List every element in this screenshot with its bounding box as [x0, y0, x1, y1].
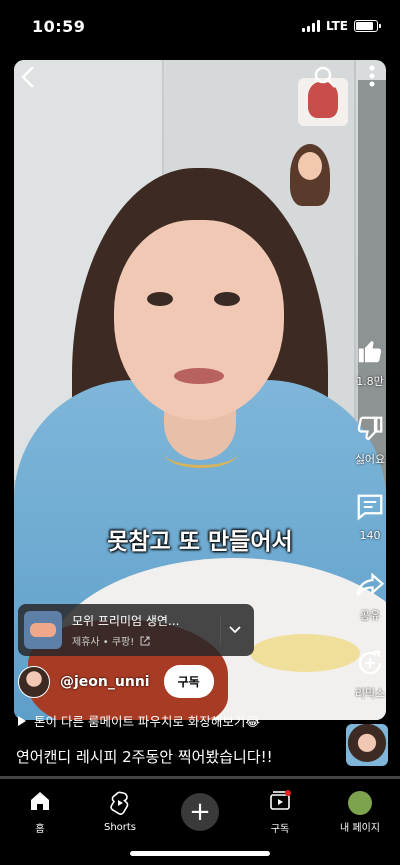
- subscriptions-icon: [270, 790, 291, 810]
- external-link-icon: [140, 636, 150, 646]
- nav-shorts-label: Shorts: [103, 822, 137, 833]
- search-icon[interactable]: [310, 62, 340, 92]
- status-bar: 10:59 LTE: [0, 0, 400, 52]
- nav-home-label: 홈: [35, 824, 45, 835]
- chevron-down-icon[interactable]: [220, 616, 248, 644]
- share-button[interactable]: 공유: [348, 570, 392, 623]
- comment-icon: [357, 494, 383, 521]
- nav-my-page-label: 내 페이지: [340, 822, 380, 834]
- more-options-icon[interactable]: [362, 64, 382, 88]
- share-icon: [356, 572, 385, 596]
- remix-label: 리믹스: [354, 687, 386, 700]
- nav-subscriptions[interactable]: 구독: [248, 789, 312, 835]
- product-card[interactable]: 모위 프리미엄 생연... 제휴사 • 쿠팡!: [18, 604, 254, 656]
- linked-video-title: 톤이 다른 룸메이트 파우치로 화장해보기😂: [34, 714, 261, 729]
- create-plus-icon: +: [181, 793, 219, 831]
- share-label: 공유: [359, 609, 381, 622]
- product-subtitle: 제휴사 • 쿠팡!: [72, 633, 220, 648]
- status-indicators: LTE: [301, 19, 381, 33]
- battery-icon: [354, 20, 381, 32]
- home-indicator: [130, 851, 270, 856]
- network-label: LTE: [325, 19, 348, 33]
- shorts-icon: [110, 791, 129, 815]
- nav-subscriptions-label: 구독: [270, 824, 290, 835]
- related-video-thumbnail[interactable]: [346, 724, 388, 766]
- thumbs-down-icon: [357, 416, 383, 441]
- progress-bar[interactable]: [0, 776, 400, 779]
- person-lips: [174, 368, 224, 384]
- product-thumbnail: [24, 611, 62, 649]
- person-necklace: [164, 438, 238, 468]
- product-title: 모위 프리미엄 생연...: [72, 614, 180, 628]
- status-time: 10:59: [32, 16, 86, 36]
- nav-home[interactable]: 홈: [8, 789, 72, 835]
- dislike-button[interactable]: 싫어요: [348, 414, 392, 467]
- channel-avatar[interactable]: [18, 665, 50, 698]
- like-button[interactable]: 1.8만: [348, 336, 392, 389]
- person-eye: [214, 292, 240, 306]
- subscribe-button[interactable]: 구독: [163, 665, 214, 698]
- channel-row: @jeon_unni 구독: [18, 665, 214, 698]
- profile-avatar: [348, 790, 372, 815]
- remix-button[interactable]: 리믹스: [348, 648, 392, 701]
- person-eye: [147, 292, 173, 306]
- wall-sticker: [298, 152, 322, 180]
- food-butter: [250, 634, 360, 672]
- remix-icon: [358, 650, 382, 675]
- like-count: 1.8만: [356, 375, 384, 388]
- product-info: 모위 프리미엄 생연... 제휴사 • 쿠팡!: [72, 612, 220, 648]
- home-icon: [31, 792, 49, 810]
- bottom-navigation: 홈 Shorts + 구독 내 페이지: [0, 782, 400, 842]
- linked-video-row[interactable]: 톤이 다른 룸메이트 파우치로 화장해보기😂: [18, 711, 308, 730]
- comments-button[interactable]: 140: [348, 492, 392, 542]
- person-face: [114, 220, 284, 420]
- back-icon[interactable]: [14, 62, 44, 92]
- signal-icon: [301, 20, 320, 32]
- nav-shorts[interactable]: Shorts: [88, 791, 152, 833]
- dislike-label: 싫어요: [354, 453, 386, 466]
- channel-name[interactable]: @jeon_unni: [60, 674, 150, 690]
- comment-count: 140: [359, 529, 381, 542]
- video-caption[interactable]: 연어캔디 레시피 2주동안 찍어봤습니다!!: [16, 746, 273, 767]
- thumbs-up-icon: [358, 341, 382, 363]
- play-icon: [18, 715, 26, 726]
- video-subtitle: 못참고 또 만들어서: [107, 529, 293, 555]
- nav-create[interactable]: +: [168, 793, 232, 831]
- nav-my-page[interactable]: 내 페이지: [328, 790, 392, 834]
